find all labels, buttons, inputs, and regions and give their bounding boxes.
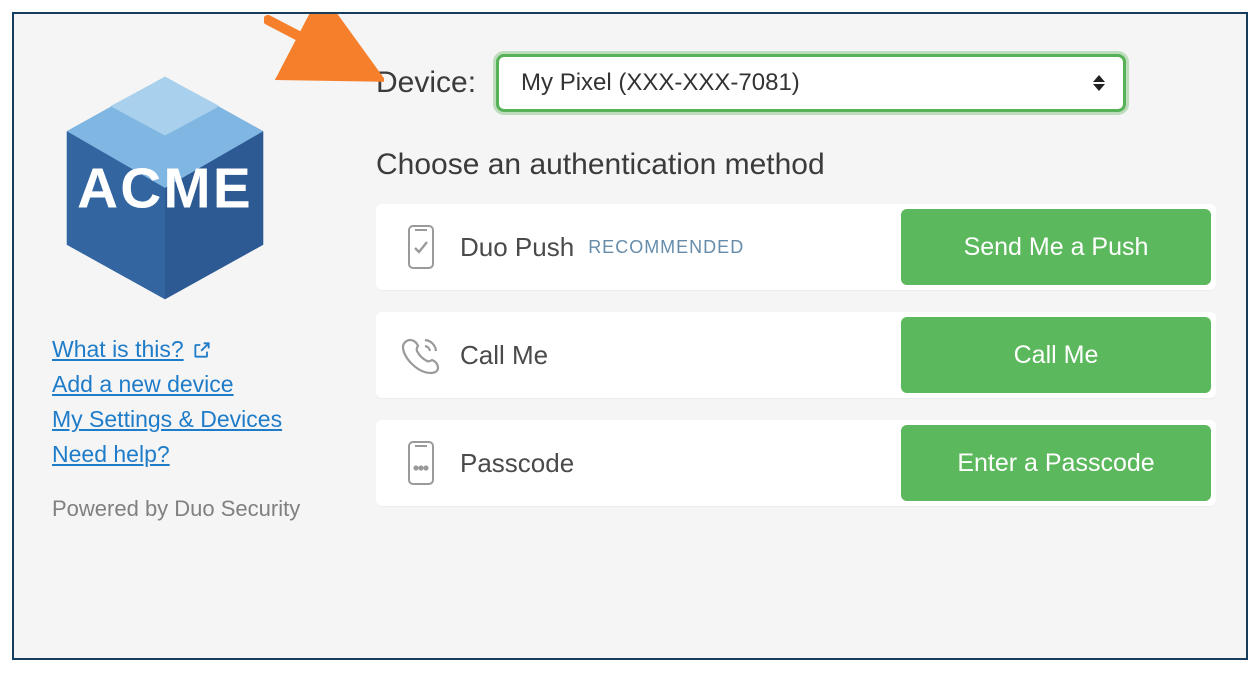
svg-text:ACME: ACME [77,158,253,221]
sidebar: ACME What is this? Add a new device My S… [44,38,344,634]
link-add-device[interactable]: Add a new device [52,371,234,398]
method-label: Passcode [460,448,574,479]
device-label: Device: [376,66,476,100]
phone-call-icon [398,334,444,376]
link-what-is-this[interactable]: What is this? [52,336,212,363]
choose-method-heading: Choose an authentication method [376,148,1216,182]
device-row: Device: My Pixel (XXX-XXX-7081) [376,54,1216,112]
method-label: Call Me [460,340,548,371]
method-passcode: Passcode Enter a Passcode [376,420,1216,506]
acme-logo-icon: ACME [50,68,280,308]
method-call-me: Call Me Call Me [376,312,1216,398]
device-select[interactable]: My Pixel (XXX-XXX-7081) [496,54,1126,112]
main-content: Device: My Pixel (XXX-XXX-7081) Choose a… [376,38,1216,634]
send-push-button[interactable]: Send Me a Push [901,209,1211,285]
select-caret-icon [1093,75,1105,91]
phone-passcode-icon [398,440,444,486]
duo-auth-panel: ACME What is this? Add a new device My S… [12,12,1248,660]
enter-passcode-button[interactable]: Enter a Passcode [901,425,1211,501]
recommended-badge: RECOMMENDED [588,237,744,258]
call-me-button[interactable]: Call Me [901,317,1211,393]
link-need-help[interactable]: Need help? [52,441,170,468]
sidebar-links: What is this? Add a new device My Settin… [52,336,282,468]
link-label: What is this? [52,336,184,363]
method-duo-push: Duo Push RECOMMENDED Send Me a Push [376,204,1216,290]
link-settings-devices[interactable]: My Settings & Devices [52,406,282,433]
method-label: Duo Push [460,232,574,263]
device-select-value: My Pixel (XXX-XXX-7081) [521,69,800,97]
powered-by-text: Powered by Duo Security [52,496,300,522]
phone-check-icon [398,224,444,270]
external-link-icon [192,340,212,360]
